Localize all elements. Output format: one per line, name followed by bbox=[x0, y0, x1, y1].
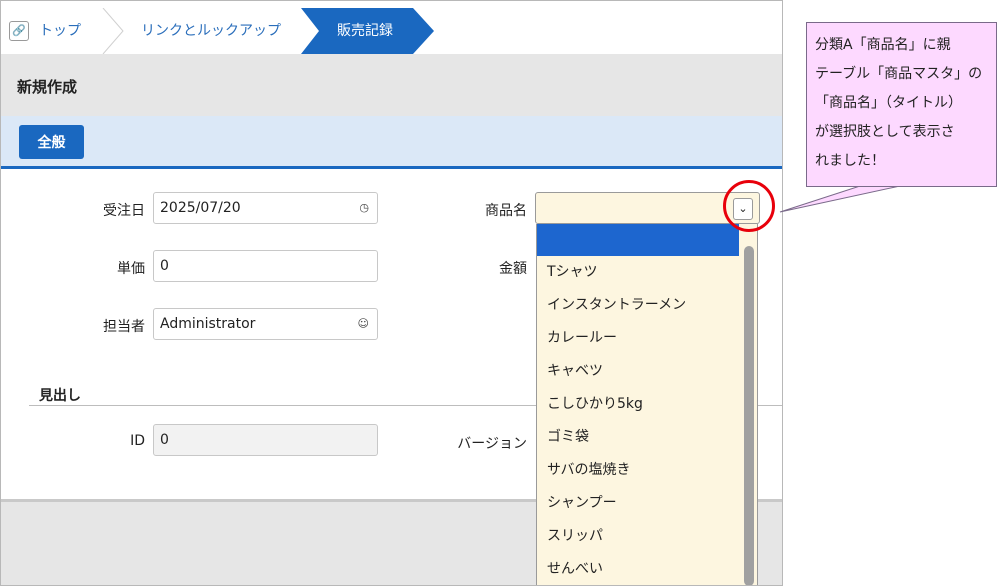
callout-line: 分類A「商品名」に親 bbox=[815, 37, 951, 53]
highlight-circle bbox=[723, 180, 775, 232]
callout-line: れました！ bbox=[815, 153, 885, 169]
callout-line: テーブル「商品マスタ」の bbox=[815, 66, 983, 82]
callout-annotation: 分類A「商品名」に親 テーブル「商品マスタ」の 「商品名」（タイトル） が選択肢… bbox=[806, 22, 997, 187]
callout-line: 「商品名」（タイトル） bbox=[815, 95, 962, 111]
callout-line: が選択肢として表示さ bbox=[815, 124, 955, 140]
